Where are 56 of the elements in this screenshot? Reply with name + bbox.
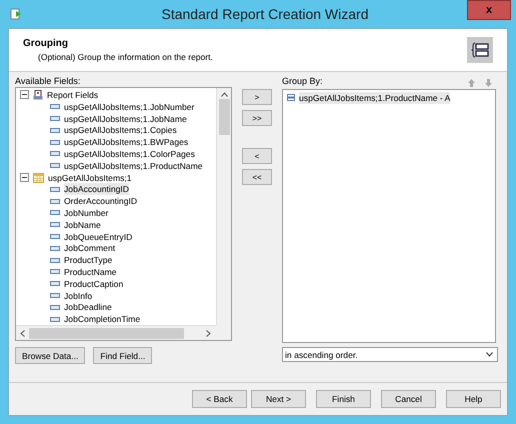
transfer-button[interactable]: < (242, 148, 272, 164)
tree-item[interactable]: OrderAccountingID (64, 195, 138, 208)
tree-item[interactable]: ProductType (64, 254, 112, 266)
tree-item[interactable]: JobQueueEntryID (64, 230, 132, 243)
group-item[interactable]: uspGetAllJobsItems;1.ProductName - A (299, 92, 450, 104)
tree-item[interactable]: ProductName (64, 266, 117, 278)
collapse-icon[interactable] (20, 90, 29, 100)
move-down-icon[interactable] (485, 78, 492, 86)
horizontal-scrollbar[interactable] (16, 325, 216, 340)
scroll-thumb[interactable] (218, 99, 230, 136)
transfer-button[interactable]: > (242, 89, 272, 105)
tree-item[interactable]: uspGetAllJobsItems;1.JobName (64, 112, 187, 125)
scroll-up-icon[interactable] (220, 92, 228, 98)
transfer-button[interactable]: << (242, 169, 272, 185)
tree-item[interactable]: JobName (64, 218, 101, 231)
group-icon (287, 94, 295, 102)
move-up-icon[interactable] (468, 78, 475, 86)
scroll-right-icon[interactable] (206, 330, 211, 336)
wizard-button[interactable]: Finish (316, 390, 371, 408)
table-icon (33, 172, 44, 183)
wizard-button[interactable]: Help (446, 390, 501, 408)
browse-data-button[interactable]: Browse Data... (15, 347, 86, 364)
grouping-icon (467, 37, 493, 63)
tree-group[interactable]: uspGetAllJobsItems;1 (48, 172, 132, 184)
wizard-button[interactable]: Cancel (381, 390, 436, 408)
sort-order-dropdown[interactable]: in ascending order. (282, 347, 498, 362)
app-icon (10, 8, 22, 20)
tree-item[interactable]: uspGetAllJobsItems;1.JobNumber (64, 100, 194, 113)
tree-item[interactable]: uspGetAllJobsItems;1.ProductName (64, 160, 203, 172)
tree-item[interactable]: JobNumber (64, 206, 108, 219)
transfer-button[interactable]: >> (242, 110, 272, 126)
wizard-button[interactable]: Next > (251, 390, 306, 408)
find-field-button[interactable]: Find Field... (93, 347, 152, 364)
available-fields-label: Available Fields: (15, 76, 82, 88)
tree-item[interactable]: JobInfo (64, 290, 92, 302)
close-button[interactable]: x (467, 0, 511, 20)
tree-item[interactable]: JobCompletionTime (64, 313, 140, 325)
wizard-button[interactable]: < Back (192, 390, 247, 408)
vertical-scrollbar[interactable] (216, 88, 231, 325)
dropdown-caret-icon (486, 352, 493, 357)
scroll-thumb[interactable] (29, 328, 184, 338)
scroll-left-icon[interactable] (20, 330, 25, 336)
page-subtitle: (Optional) Group the information on the report. (37, 52, 214, 62)
tree-item[interactable]: uspGetAllJobsItems;1.Copies (64, 124, 177, 136)
tree-item[interactable]: ProductCaption (64, 278, 124, 290)
report-icon (33, 90, 43, 100)
tree-item[interactable]: JobDeadline (64, 301, 112, 314)
tree-item[interactable]: uspGetAllJobsItems;1.ColorPages (64, 148, 195, 160)
tree-item[interactable]: JobComment (64, 242, 116, 254)
page-title: Grouping (23, 38, 69, 49)
collapse-icon[interactable] (20, 173, 29, 182)
tree-item[interactable]: uspGetAllJobsItems;1.BWPages (64, 136, 188, 148)
tree-item[interactable]: JobAccountingID (64, 183, 129, 196)
group-by-label: Group By: (282, 76, 324, 88)
window-title: Standard Report Creation Wizard (162, 6, 368, 22)
tree-group[interactable]: Report Fields (47, 88, 98, 101)
